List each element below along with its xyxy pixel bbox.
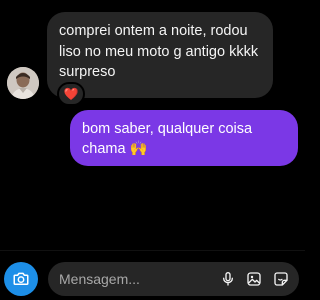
- heart-reaction[interactable]: ❤️: [57, 82, 85, 106]
- camera-icon: [13, 272, 29, 285]
- chat-thread: comprei ontem a noite, rodou liso no meu…: [0, 0, 305, 250]
- camera-button[interactable]: [4, 262, 38, 296]
- divider: [0, 250, 305, 251]
- message-input[interactable]: Mensagem...: [59, 271, 140, 287]
- outgoing-message-bubble[interactable]: bom saber, qualquer coisa chama 🙌: [70, 110, 298, 166]
- microphone-icon[interactable]: [220, 271, 236, 287]
- avatar-image: [7, 67, 39, 99]
- outgoing-message-text: bom saber, qualquer coisa chama 🙌: [82, 121, 253, 157]
- sticker-icon[interactable]: [273, 271, 289, 287]
- image-icon[interactable]: [246, 271, 262, 287]
- incoming-message-text: comprei ontem a noite, rodou liso no meu…: [59, 23, 259, 80]
- heart-icon: ❤️: [63, 87, 79, 101]
- contact-avatar[interactable]: [7, 67, 39, 99]
- message-composer[interactable]: Mensagem...: [48, 262, 299, 296]
